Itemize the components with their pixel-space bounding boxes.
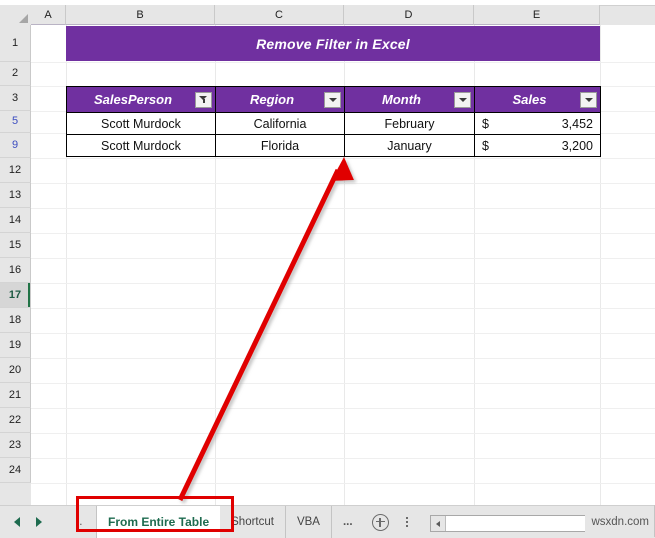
column-header-region[interactable]: Region	[215, 86, 345, 113]
gridline-horizontal	[31, 333, 655, 334]
row-header-5[interactable]: 5	[0, 111, 31, 133]
gridline-horizontal	[31, 458, 655, 459]
row-header-14[interactable]: 14	[0, 208, 31, 233]
gridline-horizontal	[31, 308, 655, 309]
gridline-horizontal	[31, 183, 655, 184]
gridline-horizontal	[31, 483, 655, 484]
worksheet-grid: ABCDE 1 2 3 5 9 12 13 14 15 16 17 18 19 20 21 22 23 24 Re…	[0, 0, 655, 505]
currency-symbol: $	[482, 116, 489, 131]
row-header-19[interactable]: 19	[0, 333, 31, 358]
column-header-salesperson[interactable]: SalesPerson	[66, 86, 216, 113]
column-header-a[interactable]: A	[31, 5, 66, 25]
row-header-3[interactable]: 3	[0, 86, 31, 111]
column-header-b[interactable]: B	[66, 5, 215, 25]
row-header-23[interactable]: 23	[0, 433, 31, 458]
funnel-glyph	[199, 95, 208, 104]
row-header-24[interactable]: 24	[0, 458, 31, 483]
sheet-menu-dots-icon[interactable]	[406, 506, 408, 538]
row-header-17[interactable]: 17	[0, 283, 31, 308]
filter-funnel-icon[interactable]	[195, 91, 212, 108]
row-header-1[interactable]: 1	[0, 25, 31, 62]
row-header-2[interactable]: 2	[0, 62, 31, 86]
gridline-horizontal	[31, 383, 655, 384]
red-highlight-box	[76, 496, 234, 532]
table-header-row: SalesPerson Region Month Sales	[66, 86, 601, 113]
gridline-horizontal	[31, 258, 655, 259]
row-header-18[interactable]: 18	[0, 308, 31, 333]
cell-sales[interactable]: $ 3,452	[474, 112, 601, 135]
row-header-16[interactable]: 16	[0, 258, 31, 283]
column-header-sales[interactable]: Sales	[474, 86, 601, 113]
chevron-down-icon-region[interactable]	[324, 91, 341, 108]
sheet-tabs-overflow[interactable]: ...	[331, 506, 364, 538]
cell-month[interactable]: January	[344, 134, 475, 157]
currency-symbol: $	[482, 138, 489, 153]
row-header-15[interactable]: 15	[0, 233, 31, 258]
column-header-d[interactable]: D	[344, 5, 474, 25]
gridline-horizontal	[31, 433, 655, 434]
next-sheet-icon[interactable]	[36, 517, 42, 527]
gridline-horizontal	[31, 358, 655, 359]
select-all-triangle-icon	[19, 14, 28, 23]
column-header-e[interactable]: E	[474, 5, 600, 25]
sales-amount: 3,452	[561, 116, 593, 131]
table-row[interactable]: Scott Murdock California February $ 3,45…	[66, 112, 601, 135]
cell-month[interactable]: February	[344, 112, 475, 135]
gridline-horizontal	[31, 208, 655, 209]
cell-region[interactable]: Florida	[215, 134, 345, 157]
select-all-corner[interactable]	[0, 5, 32, 26]
row-header-12[interactable]: 12	[0, 158, 31, 183]
column-header-c[interactable]: C	[215, 5, 344, 25]
sales-amount: 3,200	[561, 138, 593, 153]
row-header-9[interactable]: 9	[0, 133, 31, 158]
cell-salesperson[interactable]: Scott Murdock	[66, 112, 216, 135]
row-header-13[interactable]: 13	[0, 183, 31, 208]
scroll-left-icon[interactable]	[431, 516, 446, 531]
gridline-horizontal	[31, 62, 655, 63]
chevron-down-icon-sales[interactable]	[580, 91, 597, 108]
watermark: wsxdn.com	[585, 506, 649, 538]
table-row[interactable]: Scott Murdock Florida January $ 3,200	[66, 134, 601, 157]
header-label-salesperson: SalesPerson	[93, 92, 173, 107]
row-header-20[interactable]: 20	[0, 358, 31, 383]
gridline-horizontal	[31, 158, 655, 159]
plus-circle-icon	[372, 513, 389, 531]
gridline-horizontal	[31, 408, 655, 409]
title-banner: Remove Filter in Excel	[66, 26, 600, 61]
data-table[interactable]: SalesPerson Region Month Sales Scott Mur…	[66, 86, 601, 157]
cell-salesperson[interactable]: Scott Murdock	[66, 134, 216, 157]
sheet-tab-vba[interactable]: VBA	[285, 506, 332, 538]
cell-region[interactable]: California	[215, 112, 345, 135]
chevron-down-icon-month[interactable]	[454, 91, 471, 108]
add-sheet-button[interactable]	[372, 506, 389, 538]
row-header-22[interactable]: 22	[0, 408, 31, 433]
excel-worksheet-screenshot: ABCDE 1 2 3 5 9 12 13 14 15 16 17 18 19 20 21 22 23 24 Re…	[0, 0, 655, 538]
cell-sales[interactable]: $ 3,200	[474, 134, 601, 157]
gridline-horizontal	[31, 283, 655, 284]
sheet-nav-buttons	[14, 506, 42, 538]
row-header-21[interactable]: 21	[0, 383, 31, 408]
column-header-month[interactable]: Month	[344, 86, 475, 113]
gridline-horizontal	[31, 233, 655, 234]
prev-sheet-icon[interactable]	[14, 517, 20, 527]
